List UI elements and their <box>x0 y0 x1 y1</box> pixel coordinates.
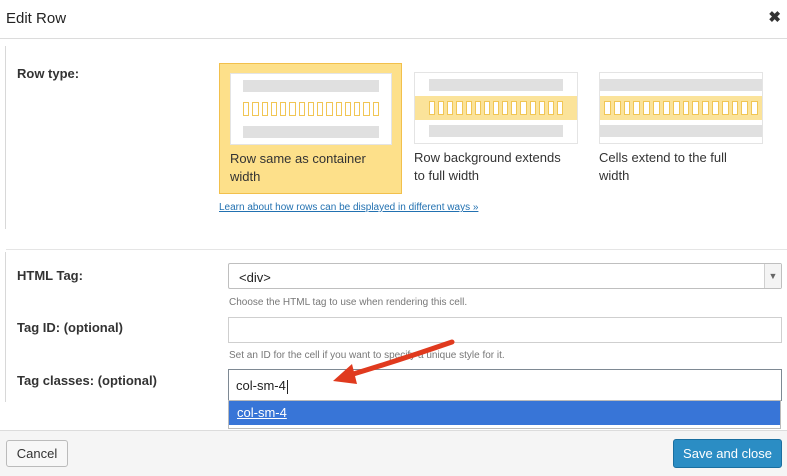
row-type-option-container[interactable]: Row same as container width <box>219 63 402 194</box>
tag-id-help: Set an ID for the cell if you want to sp… <box>229 350 505 361</box>
close-icon[interactable]: ✖ <box>768 8 781 26</box>
learn-rows-link[interactable]: Learn about how rows can be displayed in… <box>219 202 478 213</box>
chevron-down-icon: ▼ <box>764 264 781 288</box>
html-tag-help: Choose the HTML tag to use when renderin… <box>229 297 468 308</box>
tag-classes-label: Tag classes: (optional) <box>17 373 157 388</box>
text-caret <box>286 379 288 394</box>
section-divider <box>6 249 787 250</box>
save-and-close-button[interactable]: Save and close <box>673 439 782 468</box>
cancel-button[interactable]: Cancel <box>6 440 68 467</box>
tag-classes-input[interactable]: col-sm-4 <box>228 369 782 401</box>
row-type-label: Row type: <box>17 66 80 81</box>
row-type-option-label: Cells extend to the full width <box>599 150 727 183</box>
row-type-option-cells-full[interactable]: Cells extend to the full width <box>589 63 772 194</box>
section-border <box>5 252 6 402</box>
section-border <box>5 46 6 229</box>
autocomplete-dropdown: col-sm-4 <box>228 400 781 429</box>
tag-classes-value: col-sm-4 <box>236 378 286 393</box>
cells-full-diagram-icon <box>599 72 763 144</box>
row-container-diagram-icon <box>230 73 392 145</box>
row-type-option-label: Row same as container width <box>230 151 366 184</box>
autocomplete-suggestion[interactable]: col-sm-4 <box>229 401 780 425</box>
html-tag-select[interactable]: <div> ▼ <box>228 263 782 289</box>
dialog-footer <box>0 430 787 476</box>
html-tag-value: <div> <box>239 270 271 285</box>
tag-id-input[interactable] <box>228 317 782 343</box>
row-type-option-label: Row background extends to full width <box>414 150 561 183</box>
dialog-title: Edit Row <box>6 10 67 27</box>
html-tag-label: HTML Tag: <box>17 268 83 283</box>
tag-id-label: Tag ID: (optional) <box>17 320 123 335</box>
dialog-header: Edit Row ✖ <box>0 0 787 39</box>
row-type-option-background-full[interactable]: Row background extends to full width <box>404 63 587 194</box>
row-background-diagram-icon <box>414 72 578 144</box>
